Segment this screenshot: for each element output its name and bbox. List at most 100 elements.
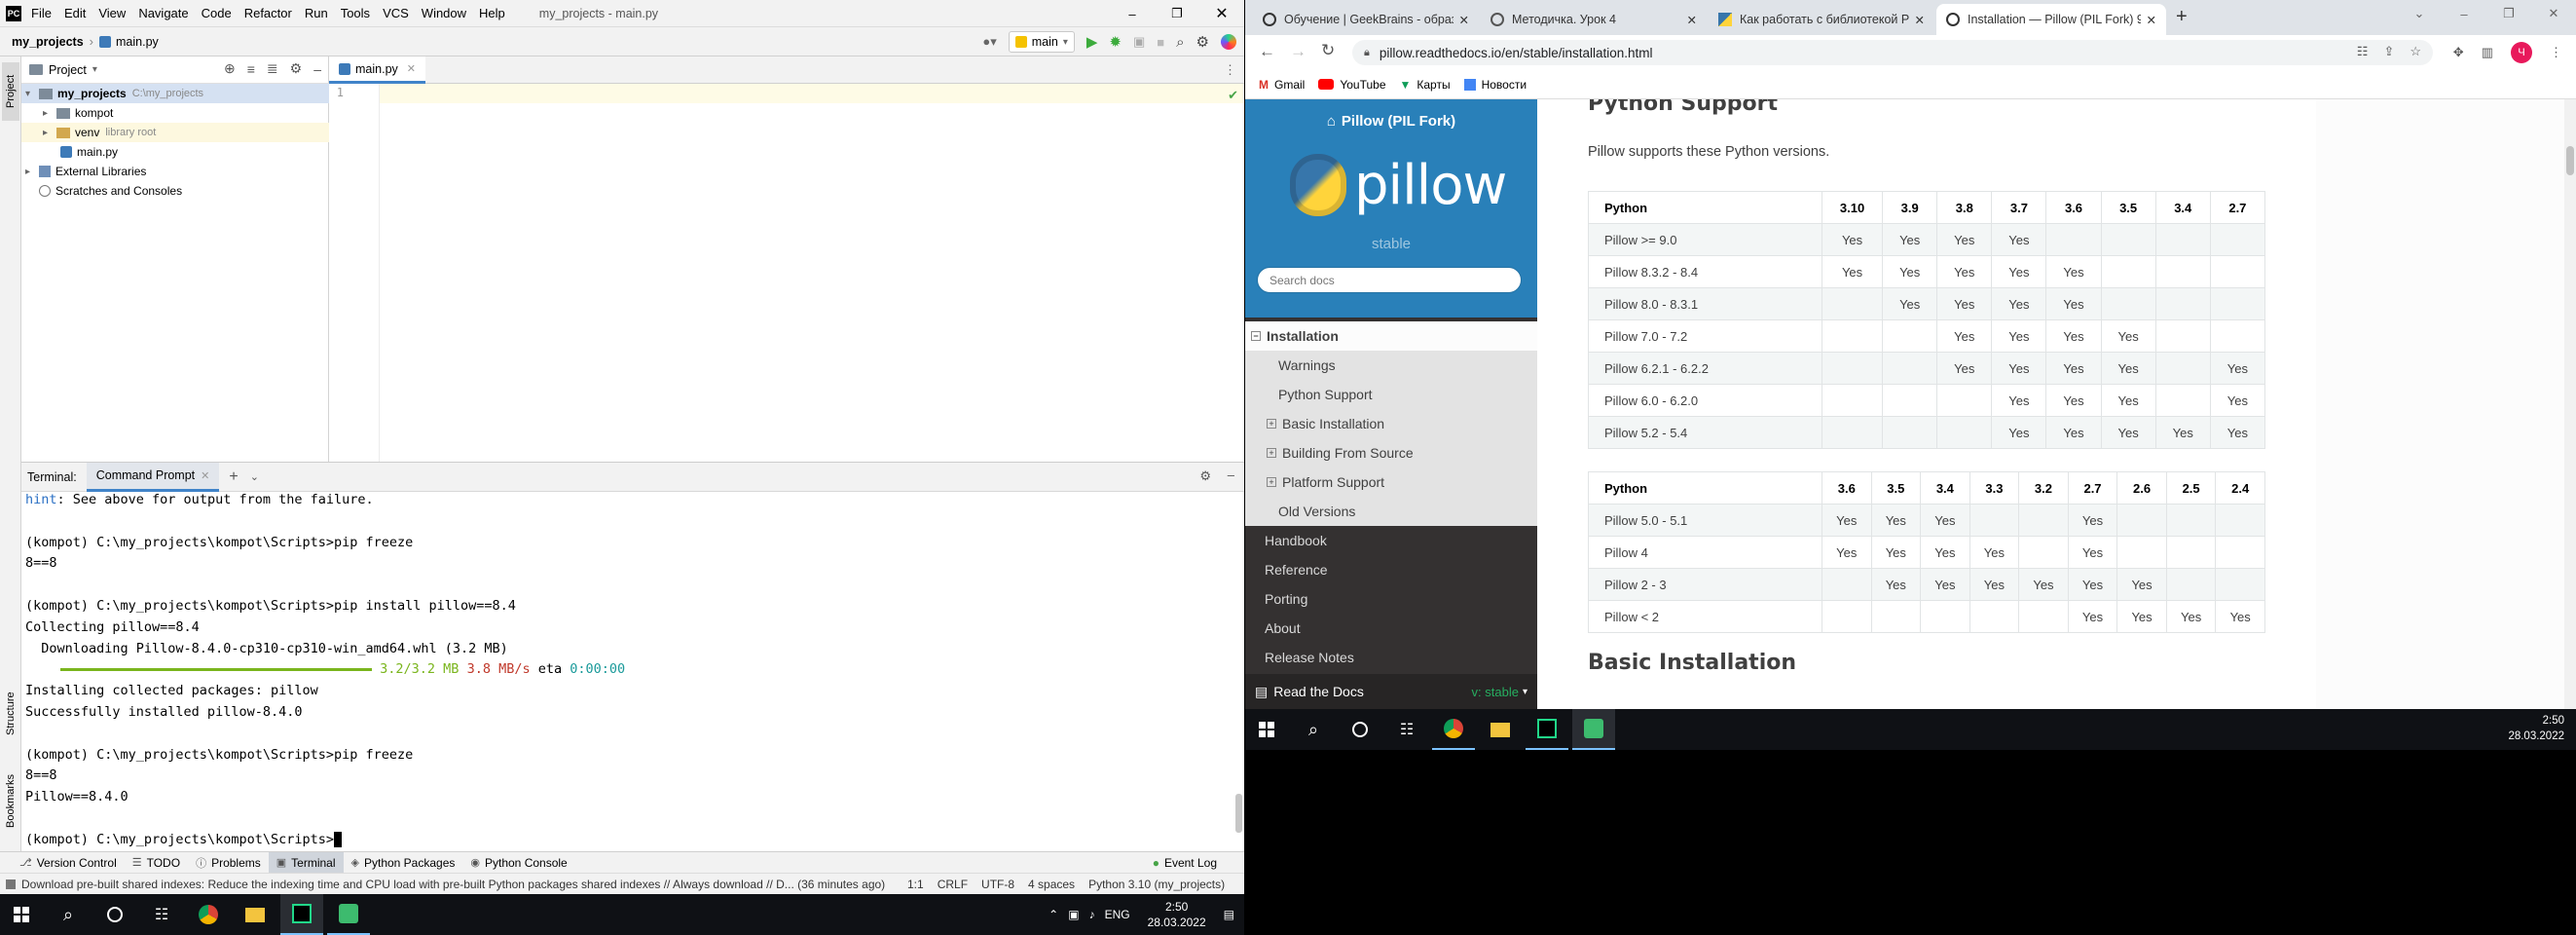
project-tool-button[interactable]: Project bbox=[2, 62, 19, 121]
tool-tab-terminal[interactable]: ▣ Terminal bbox=[268, 851, 344, 874]
rtd-search-input[interactable] bbox=[1257, 267, 1522, 293]
rtd-version-select[interactable]: v: stable bbox=[1472, 685, 1519, 699]
bookmark-maps[interactable]: ▼ Карты bbox=[1400, 78, 1451, 92]
chevron-down-icon[interactable]: ▾ bbox=[92, 64, 97, 75]
close-icon[interactable]: ✕ bbox=[1909, 13, 1925, 27]
more-icon[interactable]: ⋮ bbox=[1224, 62, 1236, 78]
browser-tab-methodichka[interactable]: Методичка. Урок 4 ✕ bbox=[1481, 4, 1707, 35]
close-icon[interactable]: ✕ bbox=[2531, 0, 2576, 27]
browser-tab-python-lib[interactable]: Как работать с библиотекой Py ✕ bbox=[1709, 4, 1934, 35]
menu-help[interactable]: Help bbox=[479, 6, 505, 20]
rtd-project-link[interactable]: ⌂ Pillow (PIL Fork) bbox=[1245, 113, 1537, 130]
menu-tools[interactable]: Tools bbox=[341, 6, 370, 20]
menu-run[interactable]: Run bbox=[305, 6, 328, 20]
gear-icon[interactable]: ⚙ bbox=[1199, 468, 1211, 484]
expand-icon[interactable]: + bbox=[1267, 419, 1276, 429]
menu-file[interactable]: File bbox=[31, 6, 52, 20]
close-icon[interactable]: ✕ bbox=[2141, 13, 2156, 27]
chevron-down-icon[interactable]: ⌄ bbox=[250, 470, 259, 483]
close-icon[interactable]: ✕ bbox=[201, 469, 209, 482]
status-item[interactable]: 4 spaces bbox=[1028, 878, 1075, 891]
close-icon[interactable]: ✕ bbox=[1681, 13, 1697, 27]
menu-view[interactable]: View bbox=[98, 6, 126, 20]
run-icon[interactable]: ▶ bbox=[1086, 33, 1098, 51]
tree-item-venv[interactable]: ▸ venv library root bbox=[21, 123, 329, 142]
status-item[interactable]: Python 3.10 (my_projects) bbox=[1088, 878, 1225, 891]
rtd-footer[interactable]: ▤ Read the Docs v: stable ▾ bbox=[1245, 674, 1537, 709]
notifications-icon[interactable]: ▤ bbox=[1224, 908, 1234, 921]
menu-edit[interactable]: Edit bbox=[64, 6, 86, 20]
pillow-logo[interactable]: pillow bbox=[1290, 146, 1507, 224]
stop-icon[interactable]: ■ bbox=[1157, 35, 1164, 50]
forward-icon[interactable]: → bbox=[1290, 42, 1306, 61]
coverage-icon[interactable]: ▣ bbox=[1133, 34, 1145, 50]
tool-tab-problems[interactable]: ⓘ Problems bbox=[188, 852, 269, 874]
network-icon[interactable]: ▣ bbox=[1068, 908, 1079, 921]
debug-icon[interactable]: ✹ bbox=[1109, 33, 1122, 51]
new-tab-icon[interactable]: + bbox=[2176, 6, 2188, 28]
tree-item-root[interactable]: ▾ my_projects C:\my_projects bbox=[21, 84, 329, 103]
file-explorer-icon[interactable] bbox=[234, 894, 276, 935]
expand-icon[interactable]: − bbox=[1251, 331, 1261, 341]
structure-tool-button[interactable]: Structure bbox=[2, 682, 19, 746]
rtd-nav-reference[interactable]: Reference bbox=[1245, 555, 1537, 584]
status-item[interactable]: CRLF bbox=[938, 878, 968, 891]
rtd-nav-about[interactable]: About bbox=[1245, 614, 1537, 643]
browser-tab-pillow-active[interactable]: Installation — Pillow (PIL Fork) 9 ✕ bbox=[1936, 4, 2166, 35]
run-config-select[interactable]: main ▾ bbox=[1008, 31, 1075, 53]
browser-tab-geekbrains[interactable]: Обучение | GeekBrains - образо ✕ bbox=[1253, 4, 1479, 35]
pycharm-taskbar-icon[interactable] bbox=[280, 894, 323, 935]
minimize-icon[interactable]: – bbox=[2442, 0, 2486, 27]
tree-item-main[interactable]: main.py bbox=[21, 142, 329, 162]
expand-icon[interactable]: + bbox=[1267, 477, 1276, 487]
language-indicator[interactable]: ENG bbox=[1105, 908, 1130, 921]
app-taskbar-icon[interactable] bbox=[327, 894, 370, 935]
settings-icon[interactable]: ⚙ bbox=[1196, 33, 1209, 51]
expand-icon[interactable]: + bbox=[1267, 448, 1276, 458]
scrollbar-thumb[interactable] bbox=[2566, 146, 2574, 175]
chrome-icon[interactable] bbox=[1432, 709, 1475, 750]
rtd-nav-warnings[interactable]: Warnings bbox=[1245, 351, 1537, 380]
menu-refactor[interactable]: Refactor bbox=[244, 6, 292, 20]
tab-search-icon[interactable]: ⌄ bbox=[2397, 0, 2442, 27]
rtd-nav-porting[interactable]: Porting bbox=[1245, 584, 1537, 614]
app-taskbar-icon[interactable] bbox=[1572, 709, 1615, 750]
terminal-scrollbar[interactable] bbox=[1235, 794, 1242, 833]
editor[interactable]: main.py ✕ ⋮ 1 ✔ bbox=[329, 56, 1244, 462]
editor-tab-main[interactable]: main.py ✕ bbox=[329, 56, 425, 84]
event-log-button[interactable]: ● Event Log bbox=[1145, 852, 1225, 874]
tree-item-kompot[interactable]: ▸ kompot bbox=[21, 103, 329, 123]
task-view-icon[interactable]: ☷ bbox=[1385, 709, 1428, 750]
locate-icon[interactable]: ⊕ bbox=[224, 60, 236, 77]
search-icon[interactable]: ⌕ bbox=[1176, 34, 1184, 51]
url-text[interactable]: pillow.readthedocs.io/en/stable/installa… bbox=[1380, 46, 1653, 60]
add-tab-icon[interactable]: + bbox=[229, 468, 238, 486]
back-icon[interactable]: ← bbox=[1259, 42, 1275, 61]
breadcrumb-project[interactable]: my_projects bbox=[12, 35, 84, 49]
rtd-nav-old-versions[interactable]: Old Versions bbox=[1245, 497, 1537, 526]
extensions-icon[interactable]: ✥ bbox=[2453, 45, 2464, 60]
bookmark-news[interactable]: Новости bbox=[1463, 78, 1527, 92]
tree-item-external[interactable]: ▸ External Libraries bbox=[21, 162, 329, 181]
tool-tab-version-control[interactable]: ⎇ Version Control bbox=[12, 852, 125, 874]
rtd-nav-release-notes[interactable]: Release Notes bbox=[1245, 643, 1537, 672]
bookmarks-tool-button[interactable]: Bookmarks bbox=[2, 766, 19, 836]
menu-window[interactable]: Window bbox=[422, 6, 466, 20]
minimize-icon[interactable]: – bbox=[1110, 0, 1155, 27]
rtd-nav-installation[interactable]: − Installation bbox=[1245, 321, 1537, 351]
address-bar[interactable]: 🔒︎ pillow.readthedocs.io/en/stable/insta… bbox=[1352, 40, 2433, 65]
project-view-select[interactable]: Project bbox=[49, 63, 87, 77]
bookmark-gmail[interactable]: M Gmail bbox=[1259, 78, 1305, 92]
share-icon[interactable]: ⇪ bbox=[2383, 44, 2394, 59]
reload-icon[interactable]: ↻ bbox=[1321, 41, 1335, 60]
search-icon[interactable]: ⌕ bbox=[1292, 709, 1335, 750]
pycharm-taskbar-icon[interactable] bbox=[1526, 709, 1568, 750]
collapse-all-icon[interactable]: ≣ bbox=[267, 60, 278, 77]
volume-icon[interactable]: ♪ bbox=[1089, 908, 1095, 921]
gear-icon[interactable]: ⚙ bbox=[290, 60, 303, 77]
close-icon[interactable]: ✕ bbox=[1199, 0, 1244, 27]
terminal-tab[interactable]: Command Prompt ✕ bbox=[86, 462, 220, 492]
jetbrains-logo-icon[interactable] bbox=[1221, 34, 1236, 50]
terminal-prompt-line[interactable]: (kompot) C:\my_projects\kompot\Scripts> bbox=[25, 830, 1213, 851]
user-icon[interactable]: ●▾ bbox=[982, 34, 996, 50]
